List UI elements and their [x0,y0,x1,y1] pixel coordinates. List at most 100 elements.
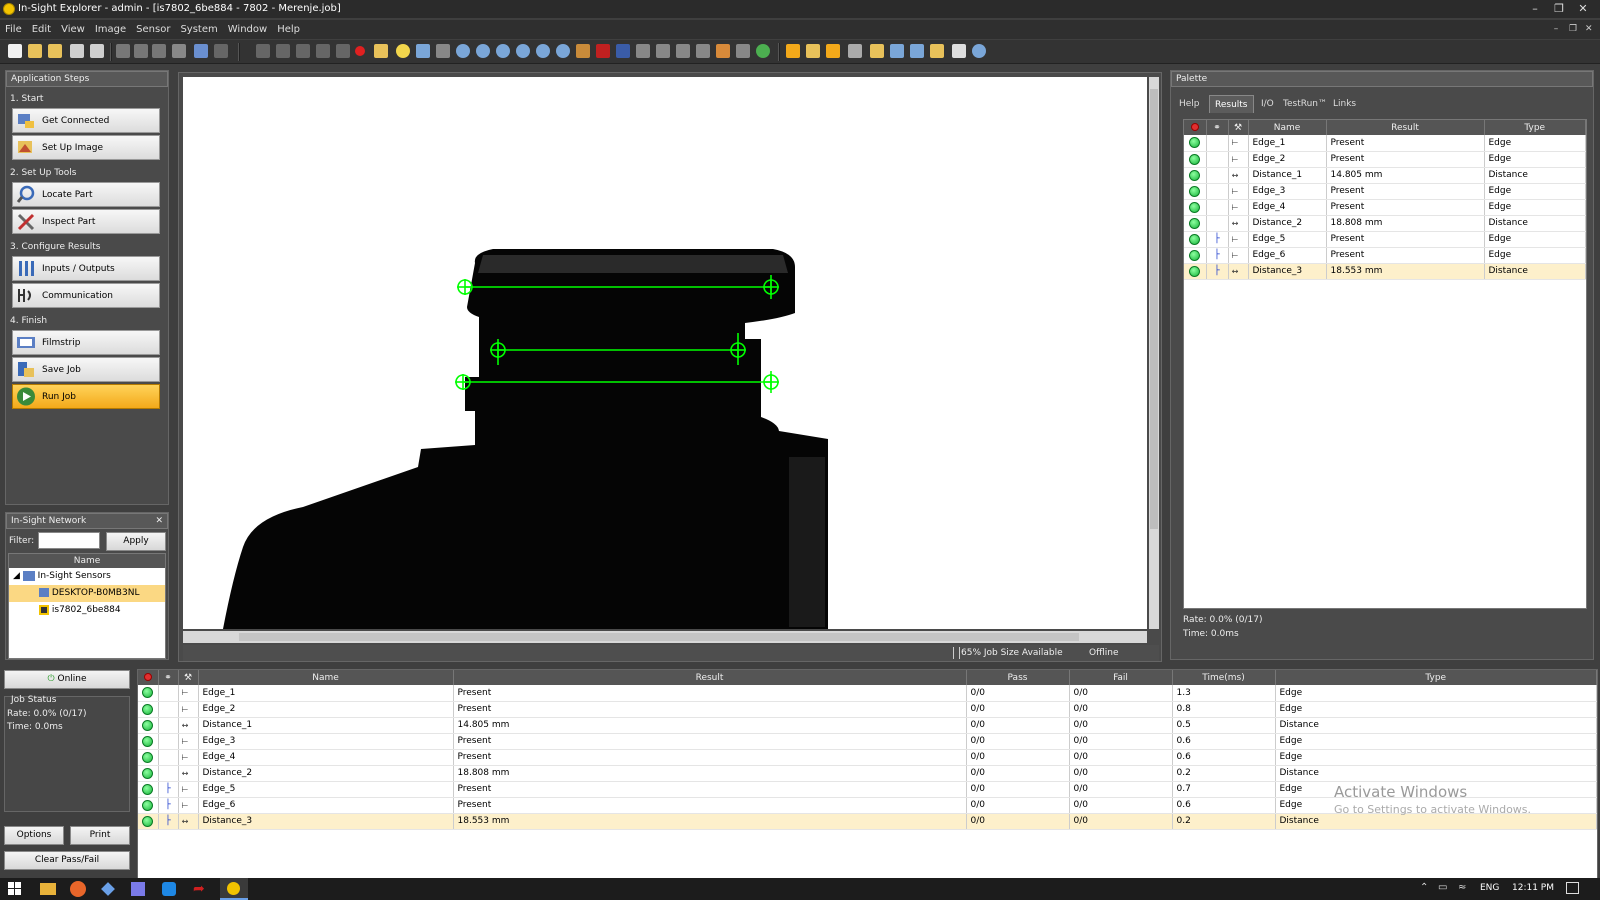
menu-sensor[interactable]: Sensor [131,20,175,39]
link-column[interactable]: ⚭ [1206,120,1229,135]
windows-start-icon[interactable] [8,882,22,896]
next-image-icon[interactable] [316,44,330,58]
cut-icon[interactable] [116,44,130,58]
palette-row[interactable]: ↔ Distance_2 18.808 mm Distance [1184,215,1586,232]
communication-button[interactable]: Communication [12,283,160,308]
custom-view-icon[interactable] [656,44,670,58]
copy-icon[interactable] [134,44,148,58]
emulator-icon[interactable] [890,44,904,58]
spreadsheet-icon[interactable] [616,44,630,58]
palette-name-column[interactable]: Name [1248,120,1327,135]
file-explorer-icon[interactable] [40,883,56,895]
notes-icon[interactable] [870,44,884,58]
menu-image[interactable]: Image [90,20,131,39]
palette-type-column[interactable]: Type [1484,120,1586,135]
results-fail-column[interactable]: Fail [1069,670,1173,685]
network-icon[interactable] [848,44,862,58]
collapse-icon[interactable]: ◢ [13,571,20,581]
results-pass-column[interactable]: Pass [966,670,1070,685]
tab-help[interactable]: Help [1174,95,1205,113]
menu-window[interactable]: Window [223,20,272,39]
save-job-button[interactable]: Save Job [12,357,160,382]
zoom-in-icon[interactable] [456,44,470,58]
part-image[interactable] [183,77,1147,629]
inspect-part-button[interactable]: Inspect Part [12,209,160,234]
filmstrip-button[interactable]: Filmstrip [12,330,160,355]
tree-item-desktop[interactable]: DESKTOP-B0MB3NL [9,585,165,602]
camera-icon[interactable] [436,44,450,58]
battery-icon[interactable]: ▭ [1438,882,1447,893]
palette-row[interactable]: ⊢ Edge_2 Present Edge [1184,151,1586,168]
pdf-icon[interactable]: ➦ [193,882,207,896]
undo-icon[interactable] [194,44,208,58]
palette-result-column[interactable]: Result [1326,120,1485,135]
trigger-icon[interactable] [396,44,410,58]
online-button[interactable]: ⏻ Online [4,670,130,689]
vertical-scroll-thumb[interactable] [1150,89,1158,529]
menu-view[interactable]: View [56,20,90,39]
wifi-icon[interactable]: ≈ [1458,882,1466,893]
palette-icon[interactable] [930,44,944,58]
inputs-outputs-button[interactable]: Inputs / Outputs [12,256,160,281]
clear-pass-fail-button[interactable]: Clear Pass/Fail [4,851,130,870]
settings-icon[interactable] [676,44,690,58]
record-images-icon[interactable] [736,44,750,58]
palette-row[interactable]: ├ ⊢ Edge_5 Present Edge [1184,231,1586,248]
play-icon[interactable] [296,44,310,58]
table-row[interactable]: ↔ Distance_2 18.808 mm 0/0 0/0 0.2 Distance [138,765,1597,782]
last-image-icon[interactable] [336,44,350,58]
pass-status-column[interactable] [1184,120,1207,135]
sensor-icon[interactable] [910,44,924,58]
first-image-icon[interactable] [256,44,270,58]
palette-row[interactable]: ⊢ Edge_3 Present Edge [1184,183,1586,200]
easybuilder-icon[interactable] [786,44,800,58]
close-icon[interactable]: ✕ [155,514,163,528]
set-up-image-button[interactable]: Set Up Image [12,135,160,160]
paste-icon[interactable] [152,44,166,58]
table-row[interactable]: ⊢ Edge_4 Present 0/0 0/0 0.6 Edge [138,749,1597,766]
table-row[interactable]: ⊢ Edge_1 Present 0/0 0/0 1.3 Edge [138,685,1597,702]
zoom-custom-icon[interactable] [556,44,570,58]
tool-column[interactable]: ⚒ [1228,120,1249,135]
record-icon[interactable] [355,46,365,56]
c-app-icon[interactable] [162,882,176,896]
online-toggle-icon[interactable] [756,44,770,58]
zoom-fill-icon[interactable] [516,44,530,58]
tree-item-sensor[interactable]: is7802_6be884 [9,602,165,619]
palette-row[interactable]: ↔ Distance_1 14.805 mm Distance [1184,167,1586,184]
options-button[interactable]: Options [4,826,64,845]
tab-results[interactable]: Results [1209,95,1254,113]
print-preview-icon[interactable] [90,44,104,58]
image-vertical-scrollbar[interactable] [1149,77,1159,629]
results-tool-column[interactable]: ⚒ [178,670,199,685]
table-row[interactable]: ↔ Distance_1 14.805 mm 0/0 0/0 0.5 Distance [138,717,1597,734]
zoom-100-icon[interactable] [536,44,550,58]
results-type-column[interactable]: Type [1275,670,1597,685]
open-icon[interactable] [28,44,42,58]
tab-io[interactable]: I/O [1256,95,1279,113]
palette-row[interactable]: ├ ⊢ Edge_6 Present Edge [1184,247,1586,264]
menu-file[interactable]: File [0,20,27,39]
studio-icon[interactable] [131,882,145,896]
minimize-icon[interactable]: – [1524,0,1546,18]
prev-image-icon[interactable] [276,44,290,58]
get-connected-button[interactable]: Get Connected [12,108,160,133]
save-icon[interactable] [48,44,62,58]
spreadsheet-view-icon[interactable] [806,44,820,58]
filmstrip-icon[interactable] [716,44,730,58]
table-row[interactable]: ⊢ Edge_2 Present 0/0 0/0 0.8 Edge [138,701,1597,718]
palette-row[interactable]: ⊢ Edge_4 Present Edge [1184,199,1586,216]
grid-icon[interactable] [636,44,650,58]
zoom-fit-icon[interactable] [496,44,510,58]
palette-row[interactable]: ⊢ Edge_1 Present Edge [1184,135,1586,152]
calibrate-icon[interactable] [696,44,710,58]
results-name-column[interactable]: Name [198,670,454,685]
results-result-column[interactable]: Result [453,670,967,685]
close-icon[interactable]: ✕ [1572,0,1594,18]
menu-help[interactable]: Help [272,20,305,39]
tab-testrun[interactable]: TestRun™ [1278,95,1332,113]
horizontal-scroll-thumb[interactable] [239,633,1079,641]
doc-minimize-icon[interactable]: – [1548,20,1564,39]
restore-icon[interactable]: ❐ [1548,0,1570,18]
tab-links[interactable]: Links [1328,95,1361,113]
